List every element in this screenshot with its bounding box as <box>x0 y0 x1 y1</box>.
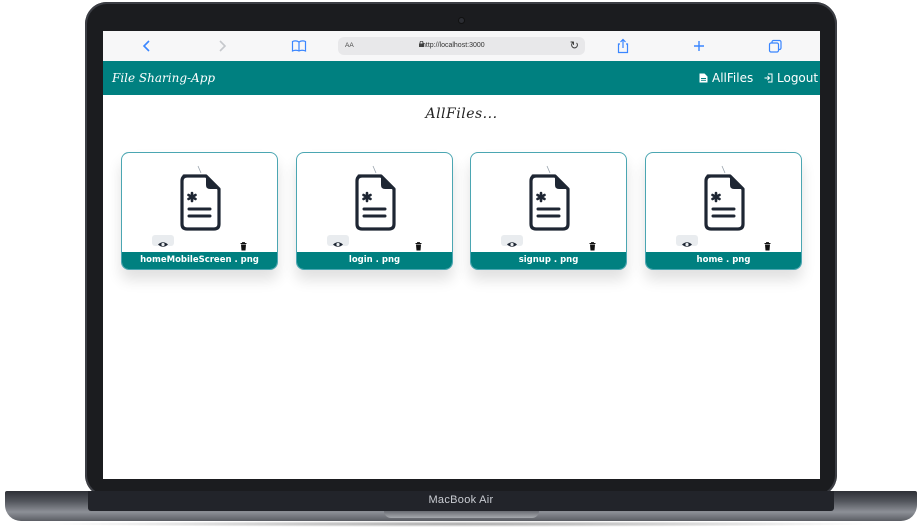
trash-icon <box>764 242 771 251</box>
browser-toolbar: AA http://localhost:3000 ↻ <box>103 31 820 62</box>
eye-icon <box>682 242 692 247</box>
view-button[interactable] <box>327 235 349 247</box>
delete-button[interactable] <box>763 236 772 251</box>
nav-logout-link[interactable]: Logout <box>764 71 818 85</box>
document-icon <box>355 165 396 231</box>
page-title: AllFiles... <box>425 106 498 122</box>
file-name: signup . png <box>471 252 626 269</box>
view-button[interactable] <box>152 235 174 247</box>
nav-logout-label: Logout <box>777 71 819 85</box>
nav-allfiles-link[interactable]: AllFiles <box>699 71 753 85</box>
app-brand[interactable]: File Sharing-App <box>112 71 215 85</box>
trash-icon <box>589 242 596 251</box>
delete-button[interactable] <box>239 236 248 251</box>
file-icon <box>699 73 708 83</box>
address-bar[interactable]: AA http://localhost:3000 ↻ <box>338 37 585 55</box>
text-size-button[interactable]: AA <box>345 42 354 49</box>
trash-icon <box>415 242 422 251</box>
screen: AA http://localhost:3000 ↻ File Sharing-… <box>103 31 820 479</box>
document-icon <box>180 165 221 231</box>
camera-icon <box>459 18 464 23</box>
file-name: homeMobileScreen . png <box>122 252 277 269</box>
laptop-shadow <box>40 521 882 527</box>
nav-allfiles-label: AllFiles <box>712 71 754 85</box>
file-card: home . png <box>645 152 802 270</box>
file-name: login . png <box>297 252 452 269</box>
file-card: signup . png <box>470 152 627 270</box>
file-card: login . png <box>296 152 453 270</box>
logout-icon <box>764 73 773 83</box>
delete-button[interactable] <box>588 236 597 251</box>
trash-icon <box>240 242 247 251</box>
forward-icon[interactable] <box>214 38 230 54</box>
eye-icon <box>507 242 517 247</box>
bookmarks-icon[interactable] <box>291 38 307 54</box>
document-icon <box>529 165 570 231</box>
view-button[interactable] <box>676 235 698 247</box>
delete-button[interactable] <box>414 236 423 251</box>
share-icon[interactable] <box>615 38 631 54</box>
url-text: http://localhost:3000 <box>422 42 485 49</box>
laptop-notch <box>384 511 539 518</box>
eye-icon <box>158 242 168 247</box>
tabs-icon[interactable] <box>767 38 783 54</box>
device-label: MacBook Air <box>428 494 494 506</box>
file-name: home . png <box>646 252 801 269</box>
back-icon[interactable] <box>139 38 155 54</box>
new-tab-icon[interactable] <box>691 38 707 54</box>
app-navbar: File Sharing-App AllFiles Logout <box>103 61 820 95</box>
file-card: homeMobileScreen . png <box>121 152 278 270</box>
view-button[interactable] <box>501 235 523 247</box>
reload-icon[interactable]: ↻ <box>570 39 579 52</box>
eye-icon <box>333 242 343 247</box>
document-icon <box>704 165 745 231</box>
